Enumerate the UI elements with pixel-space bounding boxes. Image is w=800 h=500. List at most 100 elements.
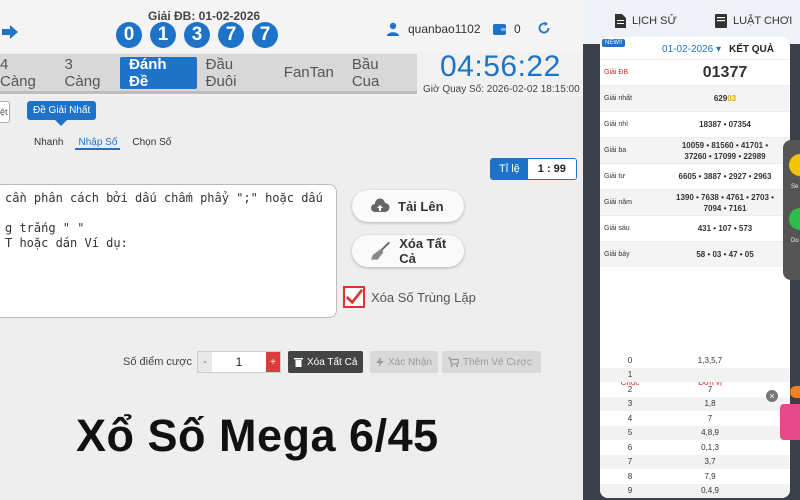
clear-all-button[interactable]: Xóa Tất Cả: [288, 351, 364, 373]
loto-row: 8 7,9: [627, 471, 716, 481]
history-label: LỊCH SỬ: [632, 15, 677, 27]
result-ball: 7: [218, 22, 244, 48]
book-icon: [715, 14, 727, 28]
smile-widget-icon[interactable]: [789, 154, 800, 176]
clear-all-label: Xóa Tất Cả: [307, 356, 358, 368]
decrement-button[interactable]: -: [198, 352, 212, 372]
bet-points-value[interactable]: 1: [212, 352, 266, 372]
prize-name: Giải nhì: [604, 121, 629, 128]
input-mode-tabs: Nhanh Nhập Số Chọn Số: [34, 137, 171, 150]
side-widget-label: Se: [791, 184, 799, 190]
tab-4-cang[interactable]: 4 Càng: [0, 56, 56, 90]
gift-box-icon[interactable]: [780, 404, 800, 440]
dedupe-toggle[interactable]: Xóa Số Trùng Lặp: [343, 286, 476, 308]
prize-value: 6605 • 3887 • 2927 • 2963: [678, 172, 772, 181]
bet-type-tab-partial[interactable]: ệt: [0, 101, 10, 123]
results-card: NEW!! 01-02-2026 ▾ KẾT QUẢ Giải ĐB 01377…: [600, 37, 790, 498]
prize-row-special: Giải ĐB 01377: [600, 59, 790, 85]
username: quanbao1102: [408, 22, 481, 36]
tab-danh-de[interactable]: Đánh Đề: [120, 56, 197, 90]
result-ball: 1: [150, 22, 176, 48]
mode-nhanh[interactable]: Nhanh: [34, 137, 63, 150]
loto-row: 9 0,4,9: [600, 483, 790, 498]
balance-value: 0: [514, 22, 521, 36]
special-prize-label: Giải ĐB: 01-02-2026: [148, 9, 261, 23]
prize-row-sixth: Giải sáu 431 • 107 • 573: [600, 215, 790, 241]
loto-row: 6 0,1,3: [627, 442, 719, 452]
loto-row: 7 3,7: [600, 454, 790, 469]
confirm-label: Xác Nhận: [388, 356, 432, 368]
rules-button[interactable]: LUẬT CHƠI: [715, 14, 792, 28]
user-account[interactable]: quanbao1102: [386, 22, 481, 36]
prize-value: 62903: [713, 94, 737, 103]
prize-name: Giải ĐB: [604, 69, 629, 76]
prize-value: 1390 • 7638 • 4761 • 2703 • 7094 • 7161: [676, 192, 774, 213]
tab-fantan[interactable]: FanTan: [275, 57, 343, 89]
odds-label: Tỉ lệ: [491, 159, 528, 179]
bet-points-label: Số điểm cược: [123, 356, 192, 368]
loto-row: 27: [627, 384, 713, 394]
logout-arrow-icon[interactable]: [0, 22, 20, 42]
prize-row-fifth: Giải năm 1390 • 7638 • 4761 • 2703 • 709…: [600, 189, 790, 215]
refresh-icon[interactable]: [537, 21, 551, 35]
history-button[interactable]: LỊCH SỬ: [615, 14, 677, 28]
prize-row-second: Giải nhì 18387 • 07354: [600, 111, 790, 137]
mega-overlay-title: Xổ Số Mega 6/45: [76, 410, 439, 461]
download-widget-icon[interactable]: [789, 208, 800, 230]
cart-icon: [448, 357, 459, 367]
checkmark-icon: [345, 288, 363, 305]
add-ticket-button[interactable]: Thêm Vé Cược: [442, 351, 541, 373]
loto-row: 0 1,3,5,7: [627, 355, 723, 365]
cloud-upload-icon: [371, 198, 390, 212]
wallet-balance: 0: [493, 22, 521, 36]
results-title: KẾT QUẢ: [729, 43, 774, 55]
header: Giải ĐB: 01-02-2026 0 1 3 7 7 quanbao110…: [0, 0, 583, 52]
user-icon: [387, 22, 399, 36]
mode-nhap-so[interactable]: Nhập Số: [75, 137, 121, 150]
bet-points-stepper: - 1 +: [197, 351, 281, 373]
prize-name: Giải ba: [604, 147, 627, 154]
clear-all-pill-label: Xóa Tất Cả: [399, 236, 447, 266]
wallet-icon: [493, 24, 506, 35]
loto-row: 5 4,8,9: [600, 425, 790, 440]
odds-ratio: Tỉ lệ 1 : 99: [490, 158, 577, 180]
loto-row: 1: [600, 367, 790, 382]
prize-row-fourth: Giải tư 6605 • 3887 • 2927 • 2963: [600, 163, 790, 189]
floating-side-widgets: Se Do: [783, 140, 800, 280]
prize-name: Giải nhất: [604, 95, 633, 102]
fire-icon[interactable]: [790, 386, 800, 398]
increment-button[interactable]: +: [266, 352, 280, 372]
dedupe-label: Xóa Số Trùng Lặp: [371, 289, 476, 305]
bet-type-tab-de-giai-nhat[interactable]: Đề Giải Nhất: [27, 101, 97, 126]
dedupe-checkbox[interactable]: [343, 286, 365, 308]
upload-button[interactable]: Tải Lên: [352, 190, 464, 222]
side-widget-label: Do: [791, 238, 799, 244]
prize-value: 58 • 03 • 47 • 05: [696, 250, 754, 259]
prize-value: 10059 • 81560 • 41701 • 37260 • 17099 • …: [681, 140, 769, 161]
results-date-select[interactable]: 01-02-2026 ▾: [662, 44, 721, 55]
confirm-button[interactable]: Xác Nhận: [370, 351, 438, 373]
prize-value: 431 • 107 • 573: [697, 224, 753, 233]
draw-time-label: Giờ Quay Số: 2026-02-02 18:15:00: [423, 84, 580, 95]
upload-label: Tải Lên: [398, 198, 444, 214]
prize-value: 01377: [702, 64, 748, 81]
special-prize-balls: 0 1 3 7 7: [116, 22, 278, 48]
close-icon[interactable]: ×: [766, 390, 778, 402]
mode-chon-so[interactable]: Chọn Số: [132, 137, 171, 150]
prize-name: Giải năm: [604, 199, 633, 206]
loto-row: 47: [627, 413, 713, 423]
tab-3-cang[interactable]: 3 Càng: [56, 56, 121, 90]
tab-bau-cua[interactable]: Bầu Cua: [343, 56, 417, 90]
prize-row-seventh: Giải bảy 58 • 03 • 47 • 05: [600, 241, 790, 267]
rules-label: LUẬT CHƠI: [733, 15, 793, 27]
number-input-textarea[interactable]: cần phân cách bởi dấu chấm phẩy ";" hoặc…: [0, 184, 337, 318]
result-ball: 0: [116, 22, 142, 48]
trash-icon: [294, 358, 303, 367]
tab-dau-duoi[interactable]: Đầu Đuôi: [197, 56, 275, 90]
results-header: 01-02-2026 ▾ KẾT QUẢ: [600, 39, 790, 59]
clear-all-pill-button[interactable]: Xóa Tất Cả: [352, 235, 464, 267]
broom-icon: [370, 241, 390, 260]
prize-value: 18387 • 07354: [699, 120, 751, 129]
game-tabs: 4 Càng 3 Càng Đánh Đề Đầu Đuôi FanTan Bầ…: [0, 54, 417, 94]
result-ball: 3: [184, 22, 210, 48]
